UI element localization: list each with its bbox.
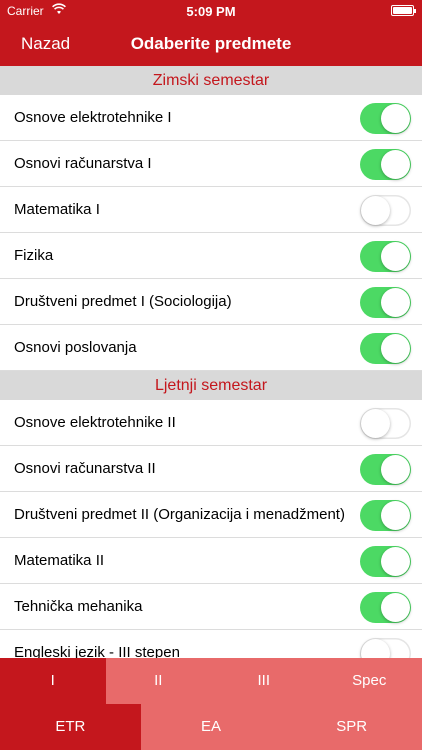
subject-label: Engleski jezik - III stepen	[14, 644, 180, 658]
list-item: Osnovi poslovanja	[0, 325, 422, 371]
list-item: Osnovi računarstva I	[0, 141, 422, 187]
list-item: Osnove elektrotehnike II	[0, 400, 422, 446]
department-tab-bar: ETR EA SPR	[0, 704, 422, 750]
section-header-summer: Ljetnji semestar	[0, 371, 422, 400]
tab-etr[interactable]: ETR	[0, 704, 141, 750]
list-item: Fizika	[0, 233, 422, 279]
tab-spr[interactable]: SPR	[281, 704, 422, 750]
list-item: Društveni predmet II (Organizacija i men…	[0, 492, 422, 538]
subject-label: Matematika I	[14, 201, 100, 218]
subject-label: Tehnička mehanika	[14, 598, 143, 615]
tab-ea[interactable]: EA	[140, 704, 282, 750]
subject-label: Fizika	[14, 247, 54, 264]
list-item: Osnovi računarstva II	[0, 446, 422, 492]
subject-toggle[interactable]	[360, 241, 411, 272]
subject-label: Osnovi poslovanja	[14, 339, 137, 356]
subject-label: Matematika II	[14, 552, 105, 569]
list-item: Tehnička mehanika	[0, 584, 422, 630]
list-item: Osnove elektrotehnike I	[0, 95, 422, 141]
subject-toggle[interactable]	[360, 546, 411, 577]
subject-label: Osnove elektrotehnike II	[14, 414, 176, 431]
subject-label: Društveni predmet II (Organizacija i men…	[14, 506, 345, 523]
page-title: Odaberite predmete	[130, 34, 292, 53]
tab-year-ii[interactable]: II	[105, 658, 211, 704]
subject-toggle[interactable]	[360, 454, 411, 485]
subject-toggle[interactable]	[360, 195, 411, 226]
subject-label: Osnovi računarstva II	[14, 460, 156, 477]
subject-label: Društveni predmet I (Sociologija)	[14, 293, 232, 310]
year-tab-bar: I II III Spec	[0, 658, 422, 704]
tab-year-iii[interactable]: III	[211, 658, 317, 704]
subject-toggle[interactable]	[360, 592, 411, 623]
subject-toggle[interactable]	[360, 500, 411, 531]
subject-toggle[interactable]	[360, 638, 411, 658]
list-item: Engleski jezik - III stepen	[0, 630, 422, 658]
subject-label: Osnovi računarstva I	[14, 155, 152, 172]
subject-label: Osnove elektrotehnike I	[14, 109, 172, 126]
list-item: Matematika II	[0, 538, 422, 584]
section-header-winter: Zimski semestar	[0, 66, 422, 95]
subject-toggle[interactable]	[360, 333, 411, 364]
list-item: Društveni predmet I (Sociologija)	[0, 279, 422, 325]
tab-year-i[interactable]: I	[0, 658, 106, 704]
subject-list[interactable]: Zimski semestar Osnove elektrotehnike I …	[0, 66, 422, 658]
top-bar: Carrier 5:09 PM Nazad Odaberite predmete	[0, 0, 422, 66]
list-item: Matematika I	[0, 187, 422, 233]
battery-icon	[391, 5, 416, 16]
subject-toggle[interactable]	[360, 103, 411, 134]
status-bar: Carrier 5:09 PM	[0, 0, 422, 22]
status-time: 5:09 PM	[186, 4, 236, 19]
tab-spec[interactable]: Spec	[316, 658, 422, 704]
subject-toggle[interactable]	[360, 408, 411, 439]
subject-toggle[interactable]	[360, 287, 411, 318]
subject-toggle[interactable]	[360, 149, 411, 180]
